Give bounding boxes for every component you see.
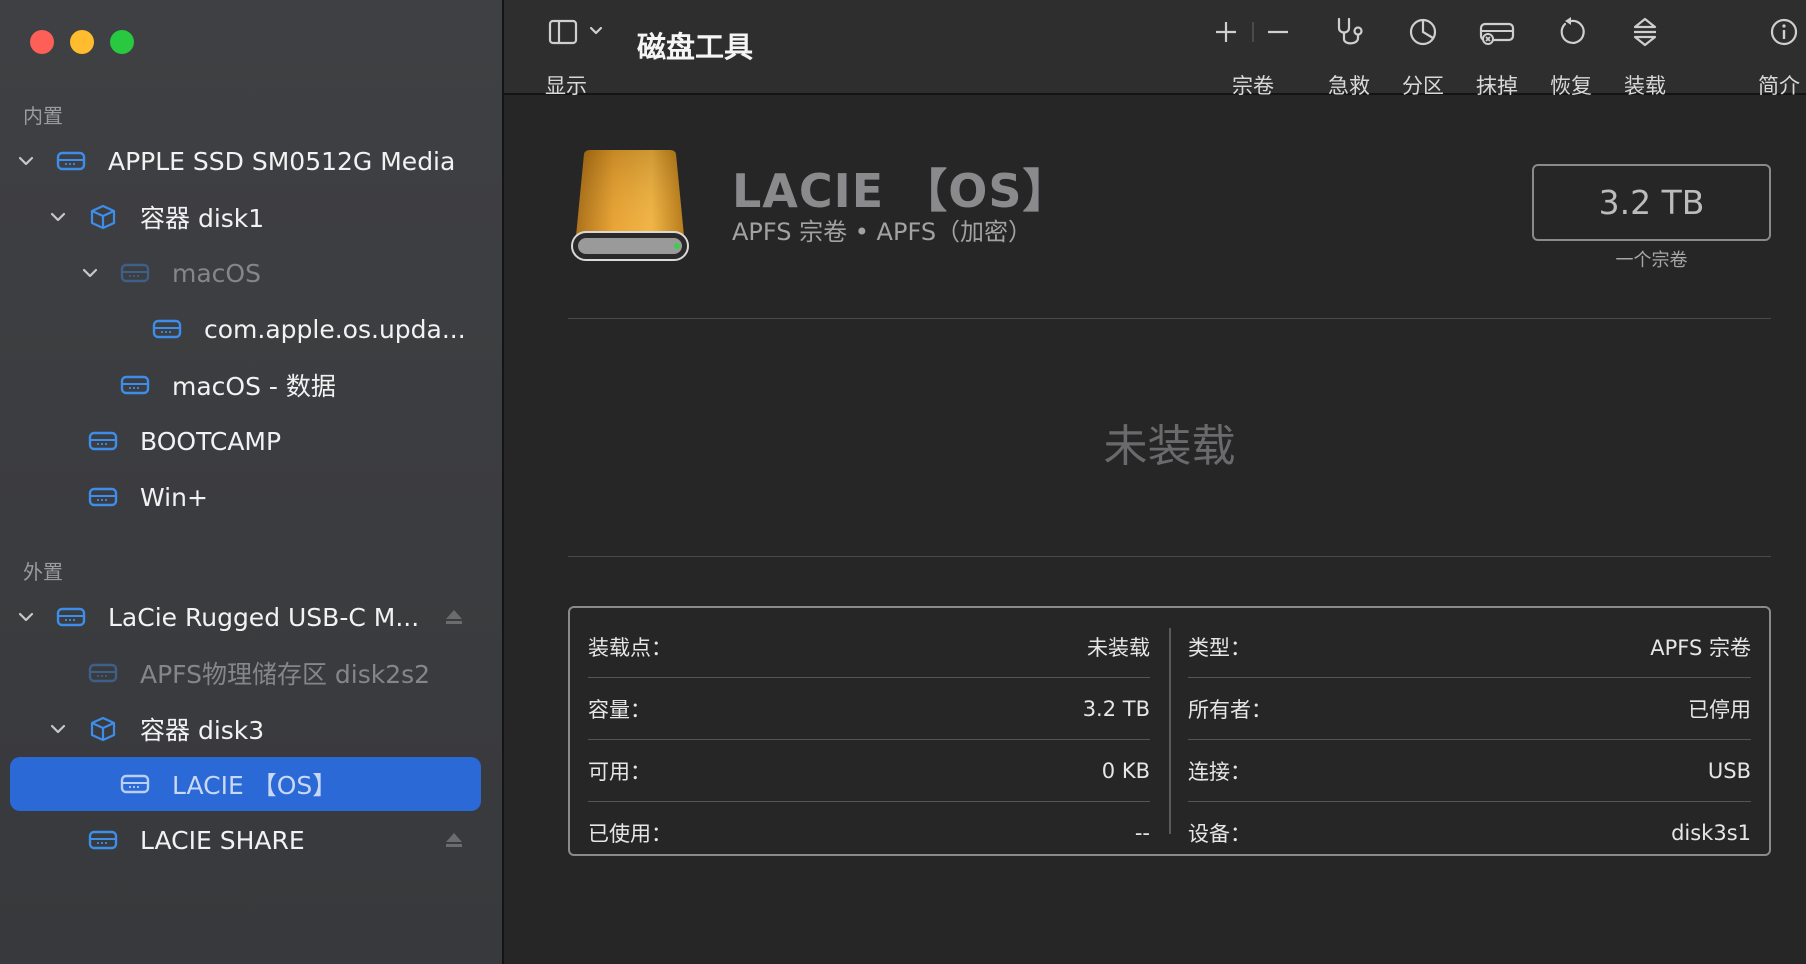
partition-button[interactable]: 分区	[1398, 14, 1448, 100]
mount-icon	[1629, 14, 1661, 50]
info-value: USB	[1707, 758, 1751, 783]
restore-button[interactable]: 恢复	[1546, 14, 1596, 100]
eject-icon[interactable]	[445, 609, 463, 625]
info-value: 已停用	[1688, 697, 1751, 722]
chevron-down-icon[interactable]	[80, 263, 100, 283]
sidebar-item-bootcamp[interactable]: BOOTCAMP	[10, 414, 481, 468]
pie-chart-icon	[1407, 14, 1439, 50]
info-value: APFS 宗卷	[1650, 635, 1751, 660]
volume-icon	[120, 771, 150, 797]
info-value: --	[1134, 821, 1150, 845]
sidebar-toggle-icon	[547, 14, 607, 50]
sidebar-item-label: LACIE SHARE	[140, 825, 305, 855]
sidebar-item-label: macOS - 数据	[172, 372, 336, 401]
sidebar-item-container-disk3[interactable]: 容器 disk3	[10, 702, 481, 756]
info-key: 类型：	[1188, 635, 1251, 660]
zoom-window-button[interactable]	[110, 30, 134, 54]
info-button[interactable]: 简介	[1758, 14, 1806, 100]
sidebar-item-macos-data[interactable]: macOS - 数据	[10, 358, 481, 412]
sidebar-item-lacie-rugged[interactable]: LaCie Rugged USB-C M...	[10, 590, 481, 644]
capacity-caption: 一个宗卷	[1615, 250, 1688, 271]
info-key: 已使用：	[588, 822, 672, 846]
volume-icon	[88, 660, 118, 686]
erase-drive-icon	[1479, 14, 1515, 50]
sidebar-item-label: APPLE SSD SM0512G Media	[108, 146, 456, 176]
chevron-down-icon[interactable]	[48, 207, 68, 227]
sidebar-item-container-disk1[interactable]: 容器 disk1	[10, 190, 481, 244]
info-row-capacity: 容量： 3.2 TB	[588, 678, 1150, 740]
info-key: 所有者：	[1188, 697, 1272, 722]
info-value: 未装载	[1087, 635, 1150, 660]
window-title: 磁盘工具	[637, 30, 754, 64]
volume-add-remove-button[interactable]: 宗卷	[1210, 14, 1296, 100]
sidebar: 内置 APPLE SSD SM0512G Media 容器 disk1 macO…	[0, 0, 502, 964]
sidebar-item-label: 容器 disk3	[140, 716, 265, 745]
info-row-mount-point: 装载点： 未装载	[588, 616, 1150, 678]
sidebar-item-label: LACIE 【OS】	[172, 771, 338, 800]
info-value: 3.2 TB	[1082, 696, 1150, 721]
info-key: 可用：	[588, 759, 651, 784]
sidebar-item-lacie-os[interactable]: LACIE 【OS】	[10, 757, 481, 811]
sidebar-item-label: 容器 disk1	[140, 204, 265, 233]
volume-icon	[152, 316, 182, 342]
separator	[568, 318, 1771, 319]
sidebar-item-apfs-physical-store[interactable]: APFS物理储存区 disk2s2	[10, 646, 481, 700]
info-value: 0 KB	[1101, 758, 1150, 783]
volume-icon	[120, 260, 150, 286]
info-key: 容量：	[588, 697, 651, 722]
sidebar-item-macos[interactable]: macOS	[10, 246, 481, 300]
section-internal-label: 内置	[23, 104, 63, 128]
unmounted-status: 未装载	[1103, 421, 1236, 472]
sidebar-item-label: LaCie Rugged USB-C M...	[108, 602, 420, 632]
plus-minus-icon	[1210, 14, 1296, 50]
eject-icon[interactable]	[445, 832, 463, 848]
minimize-window-button[interactable]	[70, 30, 94, 54]
erase-button[interactable]: 抹掉	[1472, 14, 1522, 100]
external-disk-image	[570, 148, 690, 264]
info-row-connection: 连接： USB	[1188, 740, 1751, 802]
info-key: 设备：	[1188, 822, 1251, 846]
info-row-used: 已使用： --	[588, 802, 1150, 864]
close-window-button[interactable]	[30, 30, 54, 54]
sidebar-item-label: APFS物理储存区 disk2s2	[140, 660, 431, 689]
section-external-label: 外置	[23, 560, 63, 584]
capacity-box: 3.2 TB	[1532, 164, 1771, 241]
stethoscope-icon	[1333, 14, 1365, 50]
drive-icon	[56, 148, 86, 174]
info-column-separator	[1169, 628, 1171, 834]
info-row-type: 类型： APFS 宗卷	[1188, 616, 1751, 678]
info-value: disk3s1	[1671, 821, 1751, 845]
volume-icon	[88, 484, 118, 510]
info-table: 装载点： 未装载 容量： 3.2 TB 可用： 0 KB 已使用： -- 类型：…	[568, 606, 1771, 856]
sidebar-item-label: com.apple.os.upda...	[204, 314, 466, 344]
info-key: 连接：	[1188, 759, 1251, 784]
sidebar-item-os-update[interactable]: com.apple.os.upda...	[10, 302, 481, 356]
external-drive-icon	[56, 604, 86, 630]
sidebar-item-lacie-share[interactable]: LACIE SHARE	[10, 813, 481, 867]
info-row-available: 可用： 0 KB	[588, 740, 1150, 802]
chevron-down-icon[interactable]	[48, 719, 68, 739]
info-key: 装载点：	[588, 635, 672, 660]
restore-arrow-icon	[1555, 14, 1587, 50]
first-aid-button[interactable]: 急救	[1324, 14, 1374, 100]
volume-subtitle: APFS 宗卷 • APFS（加密）	[732, 218, 1033, 246]
sidebar-item-win[interactable]: Win+	[10, 470, 481, 524]
chevron-down-icon[interactable]	[16, 151, 36, 171]
container-cube-icon	[88, 204, 118, 230]
mount-button[interactable]: 装载	[1620, 14, 1670, 100]
info-row-owner: 所有者： 已停用	[1188, 678, 1751, 740]
sidebar-item-label: Win+	[140, 482, 208, 512]
info-row-device: 设备： disk3s1	[1188, 802, 1751, 864]
volume-icon	[88, 827, 118, 853]
sidebar-item-apple-ssd[interactable]: APPLE SSD SM0512G Media	[10, 134, 481, 188]
sidebar-item-label: macOS	[172, 258, 261, 288]
volume-icon	[88, 428, 118, 454]
volume-icon	[120, 372, 150, 398]
info-icon	[1768, 14, 1800, 50]
view-button[interactable]: 显示	[545, 14, 609, 100]
container-cube-icon	[88, 716, 118, 742]
chevron-down-icon[interactable]	[16, 607, 36, 627]
sidebar-item-label: BOOTCAMP	[140, 426, 282, 456]
separator	[568, 556, 1771, 557]
